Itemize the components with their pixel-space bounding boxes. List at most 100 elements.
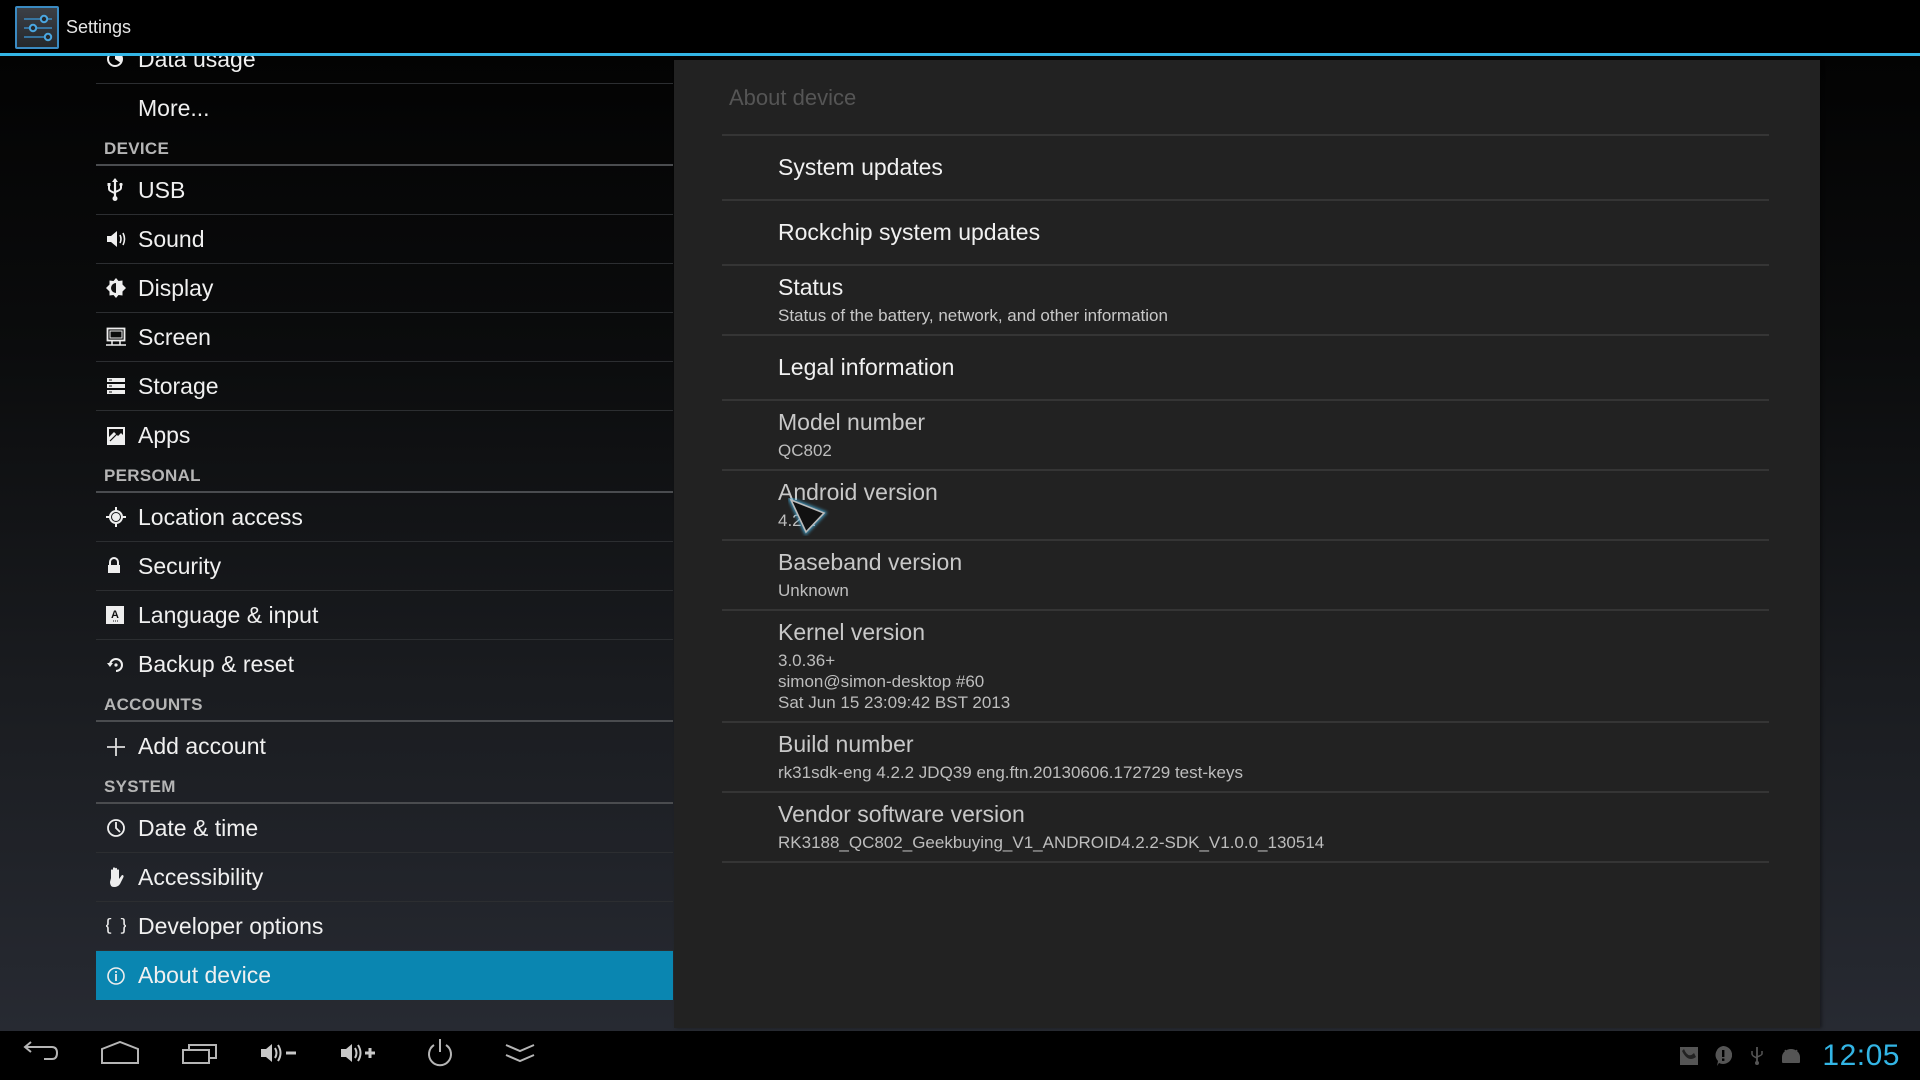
storage-icon xyxy=(96,362,138,411)
back-icon xyxy=(22,1041,59,1070)
pref-title: Model number xyxy=(778,409,926,435)
panel-title: About device xyxy=(729,85,857,110)
pref-value-line: simon@simon-desktop #60 xyxy=(778,672,985,691)
chevron-double-down-icon xyxy=(504,1041,536,1070)
sidebar-item-language-input[interactable]: A Language & input xyxy=(96,591,673,640)
language-keyboard-icon: A xyxy=(96,591,138,640)
sidebar-item-screen[interactable]: Screen xyxy=(96,313,673,362)
sidebar-item-label: Developer options xyxy=(138,912,324,939)
sidebar-item-security[interactable]: Security xyxy=(96,542,673,591)
pref-model-number: Model number QC802 xyxy=(722,401,1769,471)
action-bar: Settings xyxy=(0,0,1920,53)
location-icon xyxy=(96,493,138,542)
data-usage-icon xyxy=(96,56,138,84)
action-bar-divider xyxy=(0,53,1920,56)
pref-title: Android version xyxy=(778,479,938,505)
sidebar-item-label: Backup & reset xyxy=(138,651,294,677)
sidebar-item-location-access[interactable]: Location access xyxy=(96,493,673,542)
pref-value: rk31sdk-eng 4.2.2 JDQ39 eng.ftn.20130606… xyxy=(778,763,1243,782)
power-button[interactable] xyxy=(405,1031,475,1080)
power-icon xyxy=(425,1038,455,1073)
sidebar-item-label: Date & time xyxy=(138,814,259,841)
clock: 12:05 xyxy=(1822,1038,1900,1072)
sidebar-item-backup-reset[interactable]: Backup & reset xyxy=(96,640,673,689)
svg-text:A: A xyxy=(111,609,119,621)
svg-text:{ }: { } xyxy=(106,916,126,936)
sidebar-item-data-usage[interactable]: Data usage xyxy=(96,56,673,84)
backup-reset-icon xyxy=(96,640,138,689)
expand-button[interactable] xyxy=(485,1031,555,1080)
pref-vendor-software-version: Vendor software version RK3188_QC802_Gee… xyxy=(722,793,1769,863)
pref-title: System updates xyxy=(778,154,943,180)
sidebar-item-label: More... xyxy=(138,95,210,121)
hand-icon xyxy=(96,853,138,902)
sidebar-item-more[interactable]: More... xyxy=(96,84,673,133)
recent-apps-button[interactable] xyxy=(165,1031,235,1080)
braces-icon: { } xyxy=(96,902,138,951)
pref-title: Kernel version xyxy=(778,619,926,645)
pref-value: Unknown xyxy=(778,581,849,600)
apps-icon xyxy=(96,411,138,460)
sidebar-item-label: Display xyxy=(138,274,214,301)
sidebar-item-label: Add account xyxy=(138,733,266,759)
sidebar-item-label: Accessibility xyxy=(138,863,264,890)
sidebar-item-sound[interactable]: Sound xyxy=(96,215,673,264)
screen-monitor-icon xyxy=(96,313,138,362)
usb-icon xyxy=(96,166,138,215)
sidebar-item-label: Sound xyxy=(138,225,205,252)
android-debug-icon xyxy=(1774,1031,1808,1080)
pref-android-version[interactable]: Android version 4.2.2 xyxy=(722,471,1769,541)
sidebar-item-developer-options[interactable]: { } Developer options xyxy=(96,902,673,951)
pref-build-number[interactable]: Build number rk31sdk-eng 4.2.2 JDQ39 eng… xyxy=(722,723,1769,793)
sidebar-item-label: Storage xyxy=(138,372,219,399)
settings-sliders-icon[interactable] xyxy=(15,6,59,49)
volume-up-button[interactable] xyxy=(325,1031,395,1080)
sidebar-item-add-account[interactable]: Add account xyxy=(96,722,673,771)
sidebar-item-about-device[interactable]: About device xyxy=(96,951,673,1000)
pref-kernel-version: Kernel version 3.0.36+ simon@simon-deskt… xyxy=(722,611,1769,723)
volume-down-button[interactable] xyxy=(245,1031,315,1080)
pref-legal-information[interactable]: Legal information xyxy=(722,336,1769,401)
section-header-accounts: ACCOUNTS xyxy=(96,689,673,722)
sidebar-item-label: Data usage xyxy=(138,56,256,72)
pref-value: 4.2.2 xyxy=(778,511,816,530)
pref-title: Vendor software version xyxy=(778,801,1025,827)
sound-icon xyxy=(96,215,138,264)
sidebar-item-date-time[interactable]: Date & time xyxy=(96,804,673,853)
about-device-panel: About device System updates Rockchip sys… xyxy=(674,60,1820,1028)
pref-status[interactable]: Status Status of the battery, network, a… xyxy=(722,266,1769,336)
sidebar-item-label: Apps xyxy=(138,422,191,448)
sidebar-item-label: Screen xyxy=(138,323,211,350)
home-button[interactable] xyxy=(85,1031,155,1080)
section-header-personal: PERSONAL xyxy=(96,460,673,493)
settings-sidebar[interactable]: Data usage More... DEVICE USB Sound Disp… xyxy=(96,56,673,1015)
pref-value-line: Sat Jun 15 23:09:42 BST 2013 xyxy=(778,693,1011,712)
clock-icon xyxy=(96,804,138,853)
lock-icon xyxy=(96,542,138,591)
pref-rockchip-system-updates[interactable]: Rockchip system updates xyxy=(722,201,1769,266)
sidebar-item-accessibility[interactable]: Accessibility xyxy=(96,853,673,902)
navigation-bar: 12:05 xyxy=(0,1031,1920,1080)
sidebar-item-usb[interactable]: USB xyxy=(96,166,673,215)
sidebar-item-storage[interactable]: Storage xyxy=(96,362,673,411)
volume-down-icon xyxy=(260,1041,300,1070)
pref-title: Status xyxy=(778,274,844,300)
recent-apps-icon xyxy=(181,1041,219,1070)
pref-summary: Status of the battery, network, and othe… xyxy=(778,306,1168,325)
status-area[interactable]: 12:05 xyxy=(1672,1031,1920,1080)
alert-icon xyxy=(1706,1031,1740,1080)
plus-icon xyxy=(96,722,138,771)
pref-title: Build number xyxy=(778,731,914,757)
pref-value: QC802 xyxy=(778,441,832,460)
pref-system-updates[interactable]: System updates xyxy=(722,136,1769,201)
display-brightness-icon xyxy=(96,264,138,313)
pref-title: Rockchip system updates xyxy=(778,219,1041,245)
back-button[interactable] xyxy=(5,1031,75,1080)
pref-title: Legal information xyxy=(778,354,955,380)
about-device-list: System updates Rockchip system updates S… xyxy=(722,136,1769,863)
sidebar-item-label: Location access xyxy=(138,503,303,530)
info-icon xyxy=(96,951,138,1000)
home-icon xyxy=(100,1040,140,1070)
sidebar-item-display[interactable]: Display xyxy=(96,264,673,313)
sidebar-item-apps[interactable]: Apps xyxy=(96,411,673,460)
